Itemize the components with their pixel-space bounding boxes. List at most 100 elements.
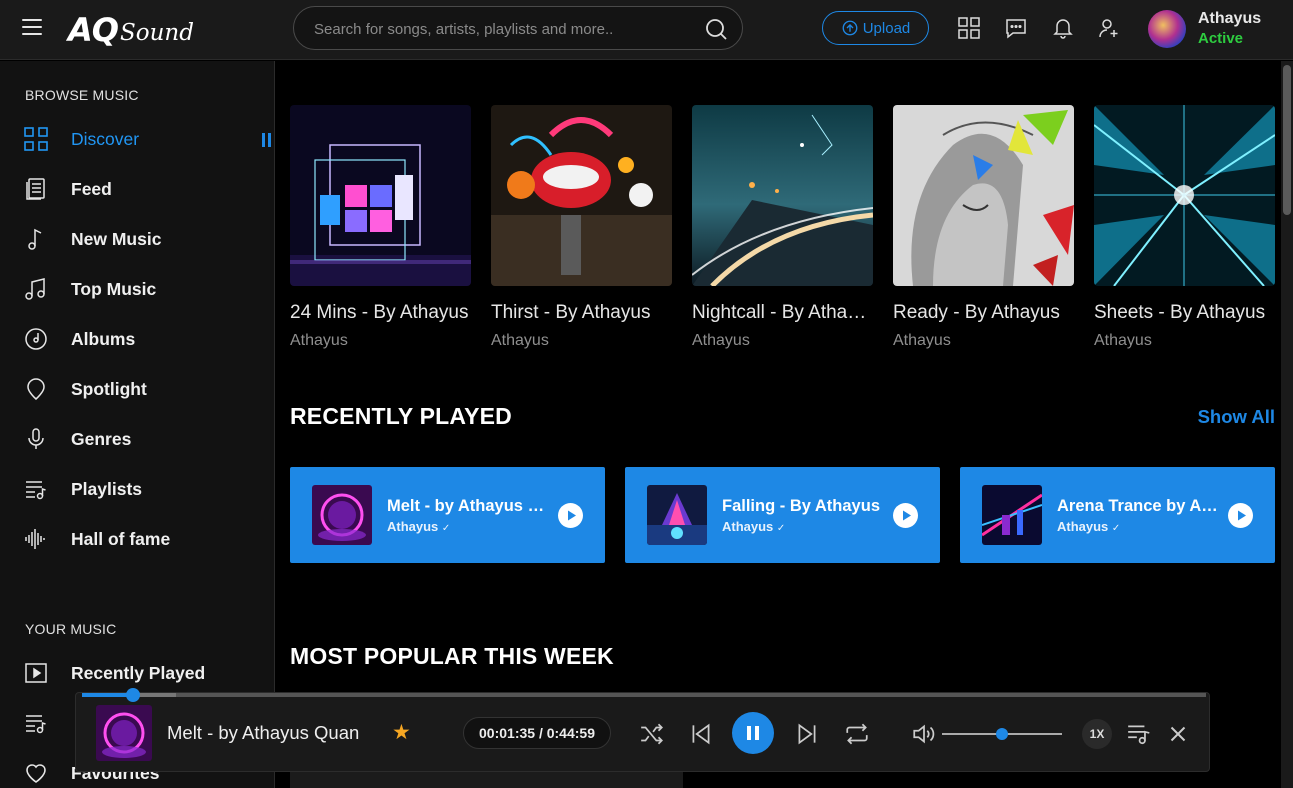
sidebar-item-albums[interactable]: Albums xyxy=(0,319,274,359)
sidebar-item-label: Feed xyxy=(71,178,112,199)
sidebar-item-label: Albums xyxy=(71,328,136,349)
album-cover xyxy=(290,105,471,286)
play-icon xyxy=(568,510,576,521)
play-square-icon xyxy=(25,663,47,683)
now-playing-title[interactable]: Melt - by Athayus Quan xyxy=(167,722,359,744)
grid-icon xyxy=(24,127,48,151)
track-title[interactable]: Melt - by Athayus Quan xyxy=(387,497,552,516)
scrollbar-thumb[interactable] xyxy=(1283,65,1291,215)
album-card[interactable]: Thirst - By Athayus Athayus xyxy=(491,105,672,350)
sidebar-item-feed[interactable]: Feed xyxy=(0,169,274,209)
recently-played-card[interactable]: Falling - By Athayus Athayus ✓ xyxy=(625,467,940,563)
sidebar-item-label: Discover xyxy=(71,128,140,149)
album-card[interactable]: 24 Mins - By Athayus Athayus xyxy=(290,105,471,350)
sidebar-item-hall-of-fame[interactable]: Hall of fame xyxy=(0,519,274,559)
track-thumbnail xyxy=(647,485,707,545)
sidebar-item-spotlight[interactable]: Spotlight xyxy=(0,369,274,409)
cloud-upload-icon xyxy=(842,20,858,36)
album-artist[interactable]: Athayus xyxy=(290,332,471,350)
sidebar-item-label: Top Music xyxy=(71,278,157,299)
album-cover xyxy=(491,105,672,286)
spotlight-icon xyxy=(27,378,45,400)
previous-track-icon[interactable] xyxy=(688,721,714,747)
show-all-link[interactable]: Show All xyxy=(1198,406,1275,428)
volume-icon[interactable] xyxy=(911,721,937,747)
play-button[interactable] xyxy=(1228,503,1253,528)
sidebar-item-top-music[interactable]: Top Music xyxy=(0,269,274,309)
volume-handle[interactable] xyxy=(996,728,1008,740)
notifications-bell-icon[interactable] xyxy=(1051,16,1075,40)
sidebar-item-label: New Music xyxy=(71,228,162,249)
play-button[interactable] xyxy=(558,503,583,528)
logo[interactable]: AQ Sound xyxy=(68,10,194,50)
microphone-icon xyxy=(28,428,44,449)
repeat-icon[interactable] xyxy=(844,721,870,747)
sidebar-item-genres[interactable]: Genres xyxy=(0,419,274,459)
album-artist[interactable]: Athayus xyxy=(1094,332,1275,350)
music-note-icon xyxy=(28,228,42,250)
track-progress-bar[interactable] xyxy=(82,688,1206,702)
progress-handle[interactable] xyxy=(126,688,140,702)
upload-label: Upload xyxy=(862,19,911,37)
track-title[interactable]: Arena Trance by Athayus xyxy=(1057,497,1222,516)
album-card[interactable]: Ready - By Athayus Athayus xyxy=(893,105,1074,350)
album-artist[interactable]: Athayus xyxy=(893,332,1074,350)
sidebar-item-label: Hall of fame xyxy=(71,528,171,549)
album-card[interactable]: Sheets - By Athayus Athayus xyxy=(1094,105,1275,350)
pause-icon xyxy=(747,726,759,740)
album-title[interactable]: Nightcall - By Athayus xyxy=(692,302,873,324)
your-music-title: YOUR MUSIC xyxy=(25,621,117,637)
search-input[interactable] xyxy=(314,17,684,41)
sidebar-item-label: Recently Played xyxy=(71,662,206,683)
album-title[interactable]: Ready - By Athayus xyxy=(893,302,1074,324)
upload-button[interactable]: Upload xyxy=(822,11,929,45)
sidebar-item-discover[interactable]: Discover xyxy=(0,119,274,159)
verified-check-icon: ✓ xyxy=(441,523,451,534)
browse-music-title: BROWSE MUSIC xyxy=(25,87,139,103)
hamburger-menu-icon[interactable] xyxy=(22,19,42,39)
sidebar-item-label: Spotlight xyxy=(71,378,147,399)
star-icon[interactable]: ★ xyxy=(392,722,411,744)
playback-speed-button[interactable]: 1X xyxy=(1082,719,1112,749)
album-title[interactable]: 24 Mins - By Athayus xyxy=(290,302,471,324)
album-cover xyxy=(1094,105,1275,286)
search-icon[interactable] xyxy=(704,17,728,41)
recently-played-card[interactable]: Arena Trance by Athayus Athayus ✓ xyxy=(960,467,1275,563)
track-artist[interactable]: Athayus ✓ xyxy=(722,519,785,534)
shuffle-icon[interactable] xyxy=(639,721,665,747)
verified-check-icon: ✓ xyxy=(1111,523,1121,534)
sidebar-item-recently-played[interactable]: Recently Played xyxy=(0,653,274,693)
album-title[interactable]: Thirst - By Athayus xyxy=(491,302,672,324)
sidebar-item-playlists[interactable]: Playlists xyxy=(0,469,274,509)
album-artist[interactable]: Athayus xyxy=(692,332,873,350)
pause-button[interactable] xyxy=(732,712,774,754)
search-bar xyxy=(293,6,743,50)
main-scrollbar[interactable] xyxy=(1281,61,1293,788)
sidebar-item-label: Playlists xyxy=(71,478,143,499)
track-artist[interactable]: Athayus ✓ xyxy=(387,519,450,534)
messages-icon[interactable] xyxy=(1004,16,1028,40)
queue-icon[interactable] xyxy=(1126,721,1152,747)
music-notes-icon xyxy=(25,278,45,300)
waveform-icon xyxy=(25,529,45,549)
sidebar-item-new-music[interactable]: New Music xyxy=(0,219,274,259)
track-title[interactable]: Falling - By Athayus xyxy=(722,497,887,516)
album-icon xyxy=(25,328,47,350)
track-artist[interactable]: Athayus ✓ xyxy=(1057,519,1120,534)
playback-time: 00:01:35 / 0:44:59 xyxy=(463,717,611,749)
user-status: Active xyxy=(1198,30,1244,47)
add-user-icon[interactable] xyxy=(1097,16,1121,40)
album-card[interactable]: Nightcall - By Athayus Athayus xyxy=(692,105,873,350)
logo-mark: AQ xyxy=(68,11,119,49)
user-profile[interactable]: Athayus Active xyxy=(1148,6,1261,52)
album-title[interactable]: Sheets - By Athayus xyxy=(1094,302,1275,324)
recently-played-card[interactable]: Melt - by Athayus Quan Athayus ✓ xyxy=(290,467,605,563)
play-icon xyxy=(903,510,911,521)
playlist-icon xyxy=(26,481,46,500)
album-artist[interactable]: Athayus xyxy=(491,332,672,350)
play-button[interactable] xyxy=(893,503,918,528)
next-track-icon[interactable] xyxy=(794,721,820,747)
apps-grid-icon[interactable] xyxy=(957,16,981,40)
sidebar: BROWSE MUSIC Discover Feed New Music Top… xyxy=(0,61,275,788)
close-icon[interactable] xyxy=(1165,721,1191,747)
